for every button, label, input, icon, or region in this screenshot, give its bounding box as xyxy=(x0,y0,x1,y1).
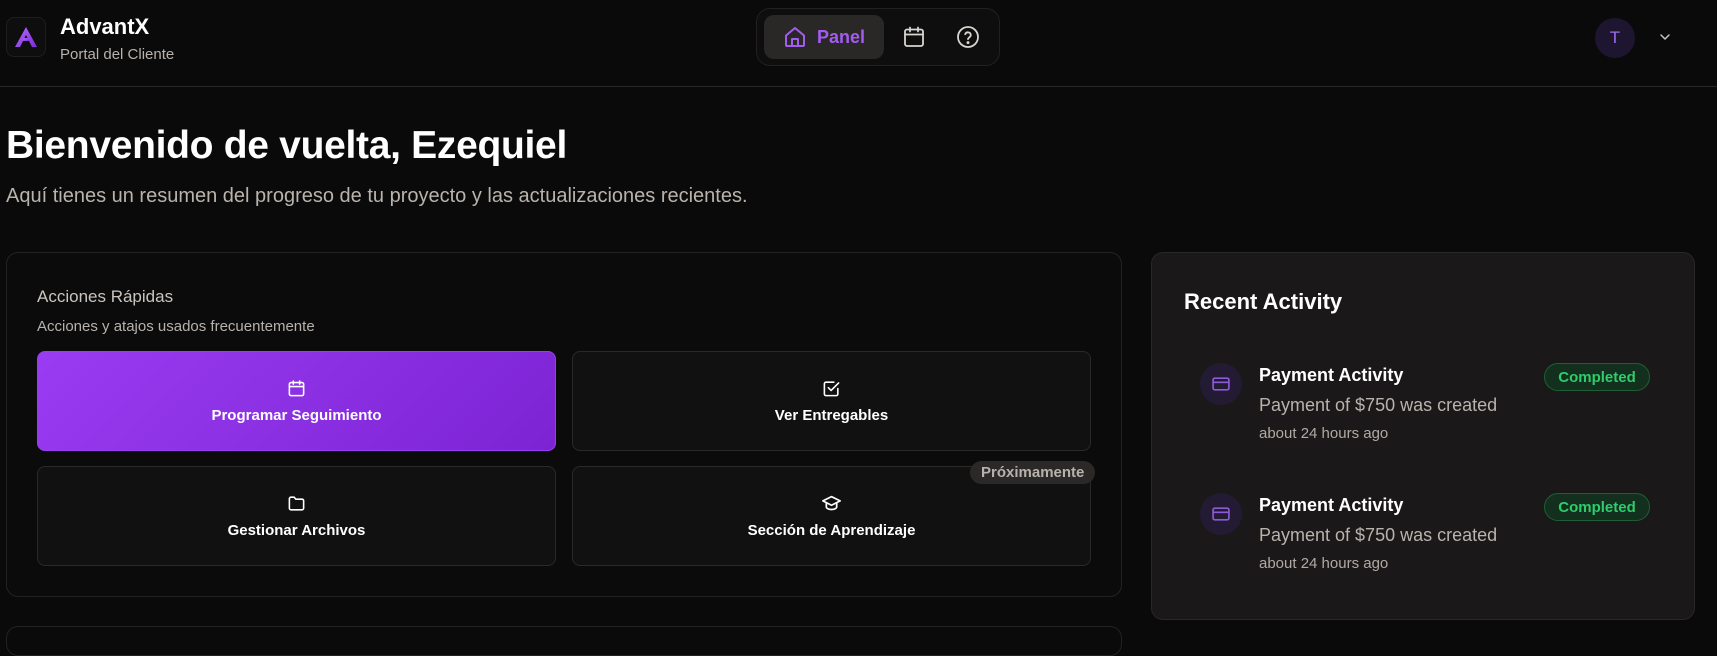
activity-time: about 24 hours ago xyxy=(1259,555,1389,572)
schedule-followup-button[interactable]: Programar Seguimiento xyxy=(37,351,556,451)
main-nav: Panel xyxy=(756,8,1000,66)
coming-soon-badge: Próximamente xyxy=(970,461,1096,484)
user-menu-toggle[interactable] xyxy=(1654,26,1676,48)
manage-files-label: Gestionar Archivos xyxy=(227,521,366,539)
status-badge: Completed xyxy=(1544,493,1650,521)
activity-name: Payment Activity xyxy=(1259,495,1404,515)
top-navigation-bar: AdvantX Portal del Cliente Panel T xyxy=(0,0,1717,87)
credit-card-icon xyxy=(1212,507,1230,521)
brand-name: AdvantX xyxy=(60,14,150,39)
quick-actions-title: Acciones Rápidas xyxy=(37,287,174,306)
recent-activity-title: Recent Activity xyxy=(1184,289,1343,314)
activity-text: Payment of $750 was created xyxy=(1259,395,1498,415)
logo[interactable] xyxy=(6,17,46,57)
activity-icon-wrapper xyxy=(1200,493,1242,535)
help-circle-icon xyxy=(957,26,979,48)
credit-card-icon xyxy=(1212,377,1230,391)
activity-name: Payment Activity xyxy=(1259,365,1404,385)
page-subtitle: Aquí tienes un resumen del progreso de t… xyxy=(6,185,748,207)
calendar-icon xyxy=(904,26,924,47)
nav-item-panel[interactable]: Panel xyxy=(764,15,884,59)
advantx-logo-icon xyxy=(15,27,37,47)
check-square-icon xyxy=(823,380,840,396)
schedule-followup-label: Programar Seguimiento xyxy=(211,406,382,424)
view-deliverables-button[interactable]: Ver Entregables xyxy=(572,351,1091,451)
learning-section-label: Sección de Aprendizaje xyxy=(747,521,916,539)
quick-actions-card: Acciones Rápidas Acciones y atajos usado… xyxy=(6,252,1122,597)
activity-icon-wrapper xyxy=(1200,363,1242,405)
recent-activity-card: Recent Activity Payment Activity Payment… xyxy=(1151,252,1695,620)
manage-files-button[interactable]: Gestionar Archivos xyxy=(37,466,556,566)
calendar-icon xyxy=(288,379,305,396)
activity-text: Payment of $750 was created xyxy=(1259,525,1498,545)
nav-item-help[interactable] xyxy=(953,22,983,52)
view-deliverables-label: Ver Entregables xyxy=(774,406,889,424)
next-section-card xyxy=(6,626,1122,656)
nav-item-calendar[interactable] xyxy=(899,22,929,52)
activity-item[interactable]: Payment Activity Payment of $750 was cre… xyxy=(1152,363,1696,463)
brand-subtitle: Portal del Cliente xyxy=(60,46,175,63)
status-badge: Completed xyxy=(1544,363,1650,391)
graduation-cap-icon xyxy=(822,495,841,510)
chevron-down-icon xyxy=(1660,34,1670,40)
activity-time: about 24 hours ago xyxy=(1259,425,1389,442)
folder-icon xyxy=(288,495,305,511)
avatar[interactable]: T xyxy=(1595,18,1635,58)
quick-actions-description: Acciones y atajos usados frecuentemente xyxy=(37,318,315,335)
nav-item-panel-label: Panel xyxy=(816,26,866,47)
home-icon xyxy=(784,27,805,47)
activity-item[interactable]: Payment Activity Payment of $750 was cre… xyxy=(1152,493,1696,593)
page-title: Bienvenido de vuelta, Ezequiel xyxy=(6,124,567,167)
